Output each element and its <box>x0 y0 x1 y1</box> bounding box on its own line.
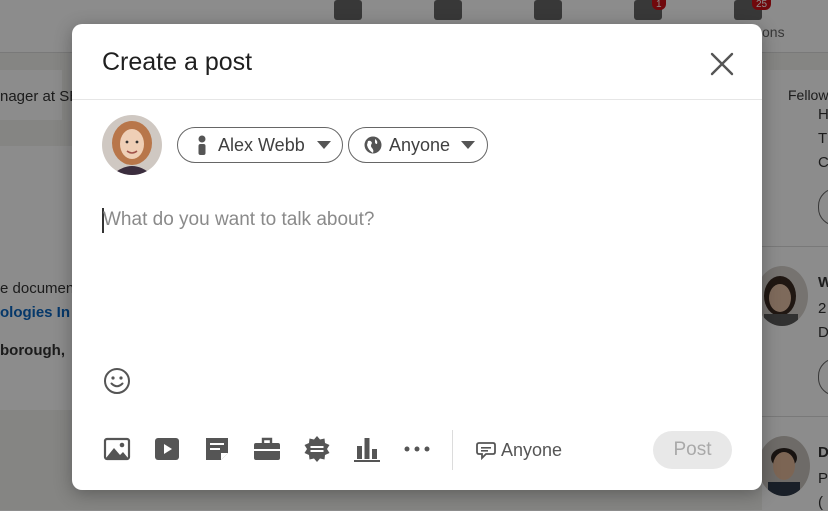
visibility-selector-button[interactable]: Anyone <box>348 127 488 163</box>
comment-icon <box>476 442 496 460</box>
poll-icon <box>354 438 380 462</box>
globe-icon <box>364 136 382 154</box>
comment-control-button[interactable]: Anyone <box>476 437 562 463</box>
close-button[interactable] <box>704 46 740 82</box>
author-avatar <box>102 115 162 175</box>
toolbar-divider <box>452 430 453 470</box>
celebrate-button[interactable] <box>302 434 332 464</box>
add-video-button[interactable] <box>152 434 182 464</box>
video-icon <box>155 438 179 460</box>
caret-down-icon <box>316 141 331 149</box>
add-document-button[interactable] <box>202 434 232 464</box>
close-icon <box>710 52 734 76</box>
document-icon <box>206 438 228 460</box>
share-job-button[interactable] <box>252 434 282 464</box>
post-compose-textarea[interactable]: What do you want to talk about? <box>102 207 722 327</box>
person-icon <box>198 135 206 155</box>
job-icon <box>254 437 280 460</box>
create-post-dialog: Create a post Alex Webb Anyone What do y… <box>72 24 762 490</box>
emoji-button[interactable] <box>102 366 132 396</box>
image-icon <box>103 437 131 461</box>
dialog-title: Create a post <box>102 48 253 76</box>
comment-control-label: Anyone <box>501 439 563 460</box>
caret-down-icon <box>461 141 476 149</box>
celebrate-icon <box>304 436 330 462</box>
emoji-icon <box>104 368 130 394</box>
more-options-button[interactable] <box>402 434 432 464</box>
compose-placeholder: What do you want to talk about? <box>103 209 375 230</box>
add-photo-button[interactable] <box>102 434 132 464</box>
author-selector-button[interactable]: Alex Webb <box>177 127 343 163</box>
create-poll-button[interactable] <box>352 434 382 464</box>
dialog-header: Create a post <box>72 24 762 100</box>
visibility-label: Anyone <box>389 134 451 155</box>
post-button[interactable]: Post <box>653 431 732 469</box>
author-name: Alex Webb <box>218 134 305 155</box>
more-icon <box>404 446 430 452</box>
